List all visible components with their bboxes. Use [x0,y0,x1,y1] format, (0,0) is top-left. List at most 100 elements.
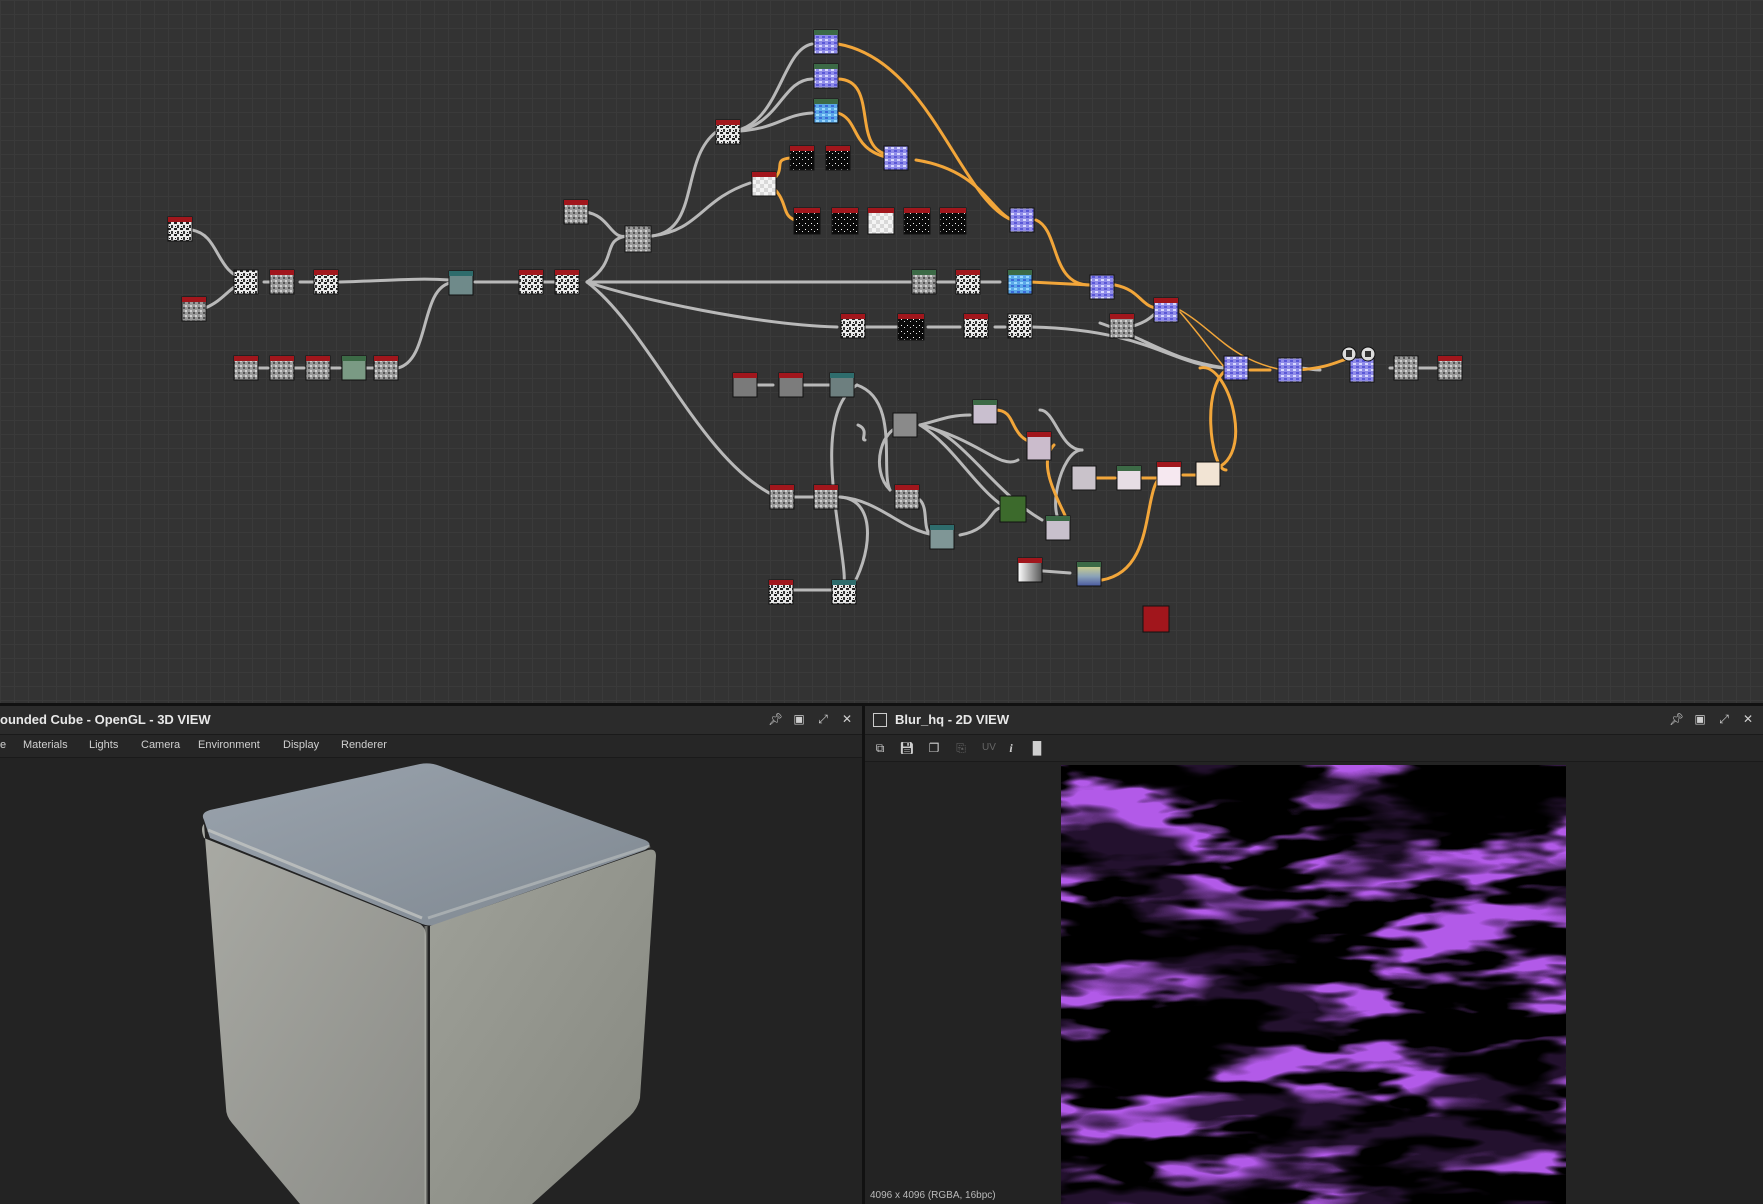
graph-node[interactable] [1071,465,1097,491]
graph-node[interactable] [1223,355,1249,381]
graph-node[interactable] [1393,355,1419,381]
graph-node[interactable] [897,313,925,341]
graph-node[interactable] [715,119,741,145]
menu-camera[interactable]: Camera [141,739,180,751]
graph-node[interactable] [1277,357,1303,383]
graph-node[interactable] [624,225,652,253]
graph-node[interactable] [1076,561,1102,587]
graph-node[interactable] [813,484,839,510]
graph-node[interactable] [789,145,815,171]
graph-node[interactable] [929,524,955,550]
graph-node[interactable] [1007,313,1033,339]
viewport-2d[interactable]: 4096 x 4096 (RGBA, 16bpc) [865,762,1763,1204]
graph-node[interactable] [563,199,589,225]
graph-node[interactable] [892,412,918,438]
maximize-icon[interactable]: ⤢ [816,712,830,726]
graph-node[interactable] [554,269,580,295]
pin-icon[interactable]: 📌︎ [768,712,783,726]
graph-node[interactable] [813,63,839,89]
graph-node[interactable] [305,355,331,381]
view-options-icon[interactable]: ⧉ [871,740,889,756]
menu-display[interactable]: Display [283,739,319,751]
graph-node[interactable] [825,145,851,171]
graph-node[interactable] [903,207,931,235]
graph-node[interactable] [999,495,1027,523]
graph-node[interactable] [963,313,989,339]
output-icon[interactable] [1341,346,1357,362]
graph-node[interactable] [269,269,295,295]
graph-node[interactable] [939,207,967,235]
node-graph-canvas[interactable] [0,0,1763,703]
graph-node[interactable] [233,355,259,381]
graph-node[interactable] [769,484,795,510]
graph-node[interactable] [1109,313,1135,339]
texture-preview [1061,765,1566,1204]
graph-node[interactable] [233,269,259,295]
output-icon[interactable] [1360,346,1376,362]
graph-node[interactable] [518,269,544,295]
graph-node[interactable] [768,579,794,605]
menu-lights[interactable]: Lights [89,739,118,751]
graph-node[interactable] [1437,355,1463,381]
graph-node[interactable] [972,399,998,425]
panel-3d-view: ounded Cube - OpenGL - 3D VIEW 📌︎ ▣ ⤢ ✕ … [0,706,862,1204]
graph-node[interactable] [813,98,839,124]
graph-node[interactable] [1142,605,1170,633]
graph-node[interactable] [840,313,866,339]
uv-dropdown[interactable]: UV [977,740,1001,756]
graph-node[interactable] [1349,357,1375,383]
graph-node[interactable] [1089,274,1115,300]
graph-node[interactable] [955,269,981,295]
float-icon[interactable]: ▣ [792,712,806,726]
close-icon[interactable]: ✕ [1741,712,1755,726]
float-icon[interactable]: ▣ [1693,712,1707,726]
graph-node[interactable] [1009,207,1035,233]
graph-node[interactable] [1153,297,1179,323]
panel-2d-window-buttons: 📌︎ ▣ ⤢ ✕ [1669,712,1755,726]
menu-renderer[interactable]: Renderer [341,739,387,751]
graph-node[interactable] [778,372,804,398]
histogram-icon[interactable]: ▐▌ [1028,740,1046,756]
menu-materials[interactable]: Materials [23,739,68,751]
copy-icon[interactable]: ❐ [925,740,943,756]
graph-node[interactable] [831,207,859,235]
graph-node[interactable] [793,207,821,235]
graph-node[interactable] [1017,557,1043,583]
graph-node[interactable] [1045,515,1071,541]
viewport-3d[interactable] [0,758,862,1204]
graph-node[interactable] [313,269,339,295]
graph-node[interactable] [813,29,839,55]
save-icon[interactable]: 💾︎ [898,740,916,756]
graph-node[interactable] [751,171,777,197]
pin-icon[interactable]: 📌︎ [1669,712,1684,726]
graph-node[interactable] [894,484,920,510]
graph-node[interactable] [373,355,399,381]
graph-node[interactable] [181,296,207,322]
graph-node[interactable] [829,372,855,398]
graph-node[interactable] [911,269,937,295]
maximize-icon[interactable]: ⤢ [1717,712,1731,726]
graph-node[interactable] [341,355,367,381]
panel-3d-menubar: e Materials Lights Camera Environment Di… [0,735,862,758]
graph-node[interactable] [1195,461,1221,487]
texture-status: 4096 x 4096 (RGBA, 16bpc) [870,1190,996,1201]
graph-view[interactable] [0,0,1763,703]
graph-node[interactable] [269,355,295,381]
graph-node[interactable] [1156,461,1182,487]
graph-node[interactable] [732,372,758,398]
info-icon[interactable]: i [1002,740,1020,756]
screenshot-icon[interactable]: ⎘ [952,740,970,756]
graph-node[interactable] [1007,269,1033,295]
graph-node[interactable] [883,145,909,171]
close-icon[interactable]: ✕ [840,712,854,726]
menu-environment[interactable]: Environment [198,739,260,751]
graph-node[interactable] [1026,431,1052,461]
menu-scene[interactable]: e [0,739,6,751]
graph-node[interactable] [167,216,193,242]
graph-nodes[interactable] [167,29,1463,633]
graph-node[interactable] [448,270,474,296]
graph-node[interactable] [831,579,857,605]
panel-2d-view: Blur_hq - 2D VIEW 📌︎ ▣ ⤢ ✕ ⧉ 💾︎ ❐ ⎘ UV i… [865,706,1763,1204]
graph-node[interactable] [1116,465,1142,491]
graph-node[interactable] [867,207,895,235]
